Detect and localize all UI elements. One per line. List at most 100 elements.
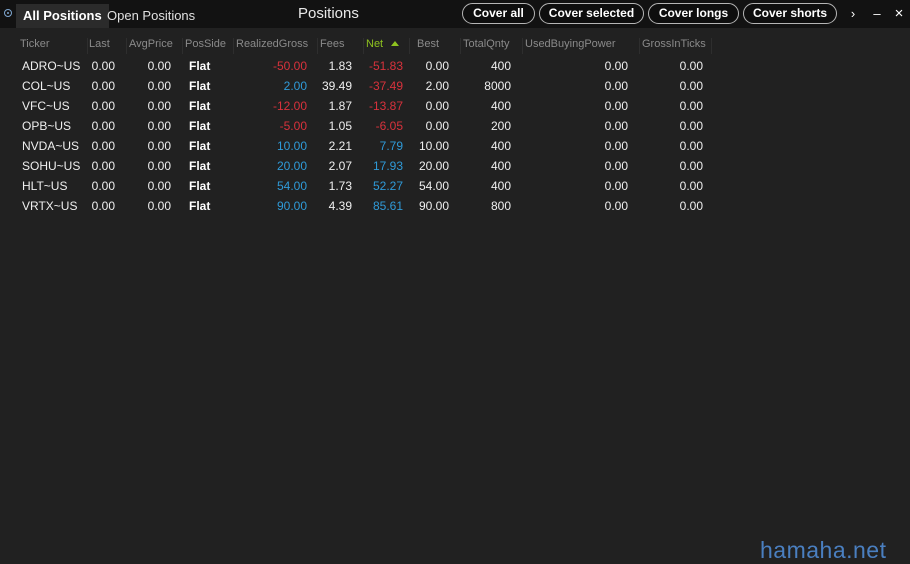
cell-avgprice: 0.00 [147,99,171,113]
close-icon[interactable]: × [891,4,907,24]
cell-posside: Flat [189,139,211,153]
column-header-best[interactable]: Best [417,38,461,54]
sort-ascending-icon [391,40,400,46]
column-header-label: UsedBuyingPower [525,38,616,50]
window-title: Positions [298,5,359,22]
tab-open-positions[interactable]: Open Positions [100,4,202,28]
cell-last: 0.00 [91,199,115,213]
cell-net: -13.87 [368,99,403,113]
cell-fees: 1.05 [328,119,352,133]
column-header-posside[interactable]: PosSide [185,38,234,54]
minimize-icon[interactable]: – [869,4,885,24]
cell-realizedgross: 10.00 [276,139,307,153]
cell-avgprice: 0.00 [147,79,171,93]
column-header-usedbuyingpower[interactable]: UsedBuyingPower [525,38,640,54]
table-row[interactable]: ADRO~US 0.00 0.00 Flat -50.00 1.83 -51.83 0.00 4… [0,56,910,76]
cell-ticker: VRTX~US [22,199,78,213]
cell-totalqnty: 400 [490,179,511,193]
cell-totalqnty: 800 [490,199,511,213]
column-header-label: TotalQnty [463,38,510,50]
cell-totalqnty: 200 [490,119,511,133]
cover-all-button[interactable]: Cover all [462,3,535,24]
cell-posside: Flat [189,79,211,93]
cell-realizedgross: 54.00 [276,179,307,193]
cell-fees: 4.39 [328,199,352,213]
radio-icon[interactable] [4,9,12,17]
cell-net: -37.49 [368,79,403,93]
column-header-label: RealizedGross [236,38,309,50]
cell-best: 0.00 [425,59,449,73]
cell-realizedgross: 20.00 [276,159,307,173]
cell-totalqnty: 400 [490,139,511,153]
column-header-totalqnty[interactable]: TotalQnty [463,38,523,54]
cell-net: -51.83 [368,59,403,73]
cover-selected-button[interactable]: Cover selected [539,3,644,24]
cell-avgprice: 0.00 [147,199,171,213]
cell-usedbuyingpower: 0.00 [604,199,628,213]
column-header-grossinticks[interactable]: GrossInTicks [642,38,712,54]
cell-totalqnty: 400 [490,99,511,113]
cell-net: 85.61 [372,199,403,213]
cell-posside: Flat [189,199,211,213]
table-row[interactable]: COL~US 0.00 0.00 Flat 2.00 39.49 -37.49 2.00 800… [0,76,910,96]
cell-net: 7.79 [379,139,403,153]
column-header-avgprice[interactable]: AvgPrice [129,38,183,54]
cell-last: 0.00 [91,59,115,73]
cell-ticker: OPB~US [22,119,72,133]
title-bar: All Positions Open Positions Positions C… [0,0,910,28]
cover-longs-button[interactable]: Cover longs [648,3,739,24]
cell-fees: 2.21 [328,139,352,153]
cell-ticker: SOHU~US [22,159,81,173]
watermark: hamaha.net [760,537,887,563]
cell-realizedgross: -5.00 [279,119,307,133]
cell-avgprice: 0.00 [147,119,171,133]
cell-posside: Flat [189,119,211,133]
cell-best: 2.00 [425,79,449,93]
cell-ticker: VFC~US [22,99,70,113]
cell-fees: 2.07 [328,159,352,173]
cell-usedbuyingpower: 0.00 [604,159,628,173]
cell-best: 20.00 [418,159,449,173]
column-header-realizedgross[interactable]: RealizedGross [236,38,318,54]
cell-last: 0.00 [91,159,115,173]
cell-avgprice: 0.00 [147,179,171,193]
column-header-ticker[interactable]: Ticker [20,38,88,54]
cell-usedbuyingpower: 0.00 [604,139,628,153]
cell-grossinticks: 0.00 [679,139,703,153]
cover-shorts-button[interactable]: Cover shorts [743,3,837,24]
column-header-net[interactable]: Net [366,38,410,54]
column-header-fees[interactable]: Fees [320,38,364,54]
cell-realizedgross: 2.00 [283,79,307,93]
table-row[interactable]: VRTX~US 0.00 0.00 Flat 90.00 4.39 85.61 90.00 80… [0,196,910,216]
cell-fees: 1.73 [328,179,352,193]
cell-net: -6.05 [375,119,403,133]
cell-fees: 1.87 [328,99,352,113]
cell-grossinticks: 0.00 [679,99,703,113]
cell-best: 10.00 [418,139,449,153]
table-row[interactable]: VFC~US 0.00 0.00 Flat -12.00 1.87 -13.87 0.00 40… [0,96,910,116]
cell-net: 52.27 [372,179,403,193]
table-row[interactable]: HLT~US 0.00 0.00 Flat 54.00 1.73 52.27 54.00 400… [0,176,910,196]
cell-posside: Flat [189,99,211,113]
cell-avgprice: 0.00 [147,59,171,73]
column-header-label: Net [366,38,384,50]
cell-ticker: NVDA~US [22,139,80,153]
cell-usedbuyingpower: 0.00 [604,99,628,113]
cell-best: 0.00 [425,119,449,133]
column-header-label: Last [89,38,110,50]
cell-best: 90.00 [418,199,449,213]
cell-avgprice: 0.00 [147,159,171,173]
table-row[interactable]: OPB~US 0.00 0.00 Flat -5.00 1.05 -6.05 0.00 200 0… [0,116,910,136]
cell-grossinticks: 0.00 [679,179,703,193]
cell-grossinticks: 0.00 [679,199,703,213]
cell-posside: Flat [189,179,211,193]
tab-all-positions[interactable]: All Positions [16,4,109,28]
chevron-right-icon[interactable]: › [845,4,861,24]
cell-usedbuyingpower: 0.00 [604,79,628,93]
column-header-label: PosSide [185,38,226,50]
table-row[interactable]: NVDA~US 0.00 0.00 Flat 10.00 2.21 7.79 10.00 400… [0,136,910,156]
column-header-last[interactable]: Last [89,38,127,54]
cell-posside: Flat [189,159,211,173]
cell-last: 0.00 [91,99,115,113]
table-row[interactable]: SOHU~US 0.00 0.00 Flat 20.00 2.07 17.93 20.00 40… [0,156,910,176]
